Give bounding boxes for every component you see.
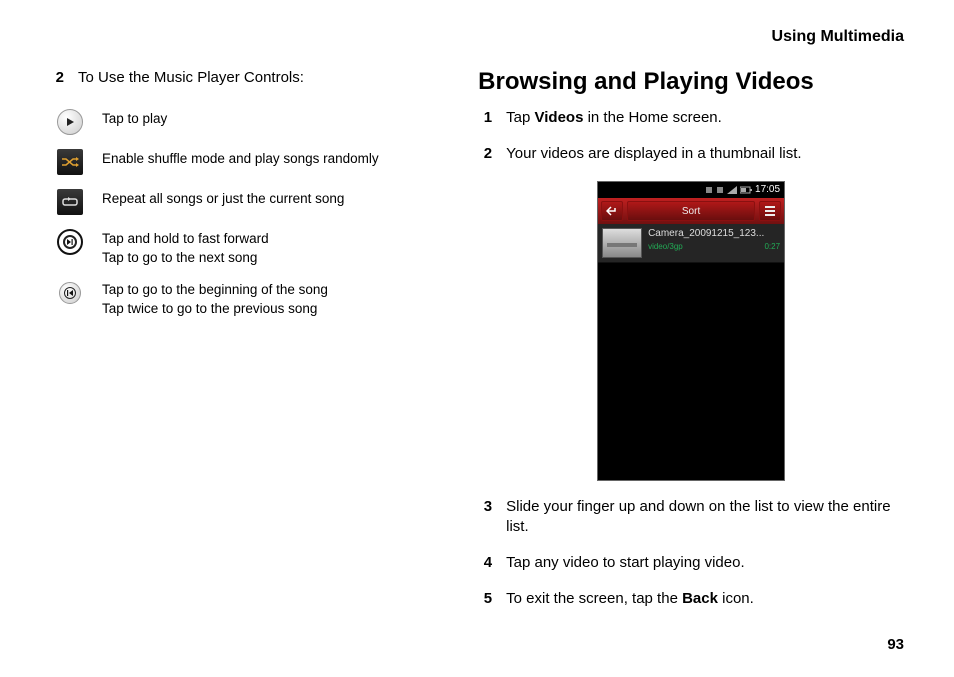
step-row: 4 Tap any video to start playing video.: [478, 553, 904, 573]
step-number: 2: [478, 145, 506, 162]
step-number: 3: [478, 498, 506, 515]
right-column: Browsing and Playing Videos 1 Tap Videos…: [478, 68, 904, 626]
phone-screenshot: 17:05 Sort Camera_2009: [478, 181, 904, 481]
control-text: Tap and hold to fast forward Tap to go t…: [102, 228, 269, 267]
control-row-shuffle: Enable shuffle mode and play songs rando…: [56, 148, 446, 176]
step-text: Tap any video to start playing video.: [506, 553, 744, 573]
status-bar: 17:05: [598, 182, 784, 198]
control-row-play: Tap to play: [56, 108, 446, 136]
menu-button[interactable]: [759, 201, 781, 221]
video-type: video/3gp: [648, 242, 683, 251]
control-row-next: Tap and hold to fast forward Tap to go t…: [56, 228, 446, 267]
step-number: 5: [478, 590, 506, 607]
video-list-item[interactable]: Camera_20091215_123... video/3gp 0:27: [598, 224, 784, 263]
control-text: Repeat all songs or just the current son…: [102, 188, 344, 209]
repeat-icon: [56, 188, 84, 216]
video-duration: 0:27: [764, 242, 780, 251]
step-row: 1 Tap Videos in the Home screen.: [478, 108, 904, 128]
video-thumbnail: [602, 228, 642, 258]
battery-icon: [740, 186, 752, 194]
control-text: Enable shuffle mode and play songs rando…: [102, 148, 379, 169]
signal-icon: [727, 186, 737, 194]
step-row: 5 To exit the screen, tap the Back icon.: [478, 589, 904, 609]
sort-button[interactable]: Sort: [627, 201, 755, 221]
step-text: Your videos are displayed in a thumbnail…: [506, 144, 801, 164]
step-row: 2 Your videos are displayed in a thumbna…: [478, 144, 904, 164]
control-row-prev: Tap to go to the beginning of the song T…: [56, 279, 446, 318]
section-heading: Browsing and Playing Videos: [478, 68, 904, 96]
clock: 17:05: [755, 184, 780, 195]
page-number: 93: [887, 636, 904, 653]
status-icon: [705, 186, 713, 194]
step-number: 4: [478, 554, 506, 571]
step-number: 1: [478, 109, 506, 126]
step-row: 3 Slide your finger up and down on the l…: [478, 497, 904, 538]
control-text: Tap to go to the beginning of the song T…: [102, 279, 328, 318]
step-text: Tap Videos in the Home screen.: [506, 108, 722, 128]
step-number: 2: [50, 69, 78, 86]
next-track-icon: [56, 228, 84, 256]
control-row-repeat: Repeat all songs or just the current son…: [56, 188, 446, 216]
left-column: 2 To Use the Music Player Controls: Tap …: [50, 68, 446, 626]
back-button[interactable]: [601, 201, 623, 221]
phone-topbar: Sort: [598, 198, 784, 224]
back-arrow-icon: [606, 206, 618, 216]
shuffle-icon: [56, 148, 84, 176]
video-name: Camera_20091215_123...: [648, 228, 780, 240]
step-text: Slide your finger up and down on the lis…: [506, 497, 904, 538]
step-row: 2 To Use the Music Player Controls:: [50, 68, 446, 88]
step-text: To exit the screen, tap the Back icon.: [506, 589, 754, 609]
prev-track-icon: [56, 279, 84, 307]
controls-table: Tap to play Enable shuffl: [56, 108, 446, 318]
play-icon: [56, 108, 84, 136]
step-text: To Use the Music Player Controls:: [78, 68, 304, 88]
control-text: Tap to play: [102, 108, 167, 129]
status-icon: [716, 186, 724, 194]
section-header: Using Multimedia: [772, 28, 904, 46]
